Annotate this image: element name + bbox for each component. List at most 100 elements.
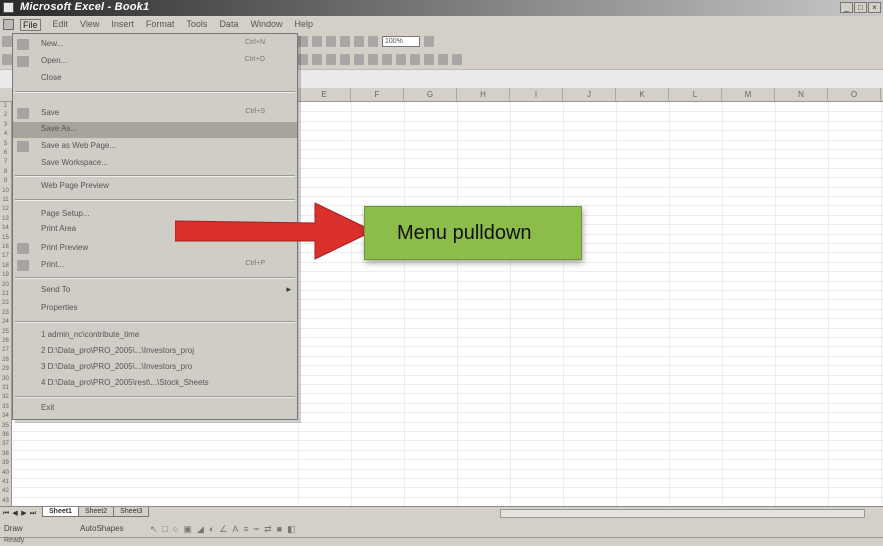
recent-file-1[interactable]: 1 admin_nc\contribute_time <box>13 328 297 344</box>
row-header[interactable]: 36 <box>0 431 11 440</box>
row-header[interactable]: 37 <box>0 440 11 449</box>
row-header[interactable]: 42 <box>0 487 11 496</box>
align-center-icon[interactable] <box>312 54 322 65</box>
font-box-icon[interactable] <box>2 54 12 65</box>
textbox-icon[interactable]: ▣ <box>183 524 192 535</box>
row-header[interactable]: 38 <box>0 450 11 459</box>
row-header[interactable]: 23 <box>0 309 11 318</box>
column-header[interactable]: K <box>616 88 669 101</box>
arrow-style-icon[interactable]: ⇄ <box>264 524 272 535</box>
recent-file-2[interactable]: 2 D:\Data_pro\PRO_2005\...\Investors_pro… <box>13 344 297 360</box>
percent-icon[interactable] <box>368 54 378 65</box>
row-header[interactable]: 32 <box>0 393 11 402</box>
menu-window[interactable]: Window <box>250 19 282 31</box>
sort-ascending-icon[interactable] <box>298 36 308 47</box>
fill-bucket-icon[interactable]: ◐ <box>209 524 214 535</box>
new-icon[interactable] <box>2 36 12 47</box>
row-header[interactable]: 24 <box>0 318 11 327</box>
minimize-button[interactable]: _ <box>840 2 853 13</box>
row-header[interactable]: 13 <box>0 215 11 224</box>
line-color-icon[interactable]: ∠ <box>219 524 227 535</box>
last-sheet-icon[interactable]: ⏭ <box>29 509 37 518</box>
column-header[interactable]: G <box>404 88 457 101</box>
row-header[interactable]: 5 <box>0 140 11 149</box>
draw-menu[interactable]: Draw <box>4 524 23 533</box>
column-header[interactable]: E <box>298 88 351 101</box>
row-header[interactable]: 12 <box>0 205 11 214</box>
row-header[interactable]: 19 <box>0 271 11 280</box>
row-header[interactable]: 10 <box>0 187 11 196</box>
autosum-icon[interactable] <box>326 36 336 47</box>
comma-icon[interactable] <box>382 54 392 65</box>
row-header[interactable]: 8 <box>0 168 11 177</box>
row-header[interactable]: 11 <box>0 196 11 205</box>
tab-sheet2[interactable]: Sheet2 <box>77 507 115 517</box>
row-header[interactable]: 1 <box>0 102 11 111</box>
menu-view[interactable]: View <box>80 19 99 31</box>
oval-icon[interactable]: ○ <box>173 524 178 535</box>
menu-item-web-preview[interactable]: Web Page Preview <box>13 179 297 195</box>
borders-icon[interactable] <box>424 54 434 65</box>
menu-item-save-workspace[interactable]: Save Workspace... <box>13 156 297 172</box>
row-header[interactable]: 6 <box>0 149 11 158</box>
row-header[interactable]: 28 <box>0 356 11 365</box>
select-arrow-icon[interactable]: ↖ <box>150 524 158 535</box>
next-sheet-icon[interactable]: ▶ <box>20 509 28 518</box>
prev-sheet-icon[interactable]: ◀ <box>11 509 19 518</box>
autoshapes-menu[interactable]: AutoShapes <box>80 524 124 533</box>
function-icon[interactable] <box>340 36 350 47</box>
rectangle-icon[interactable]: □ <box>163 524 168 535</box>
row-header[interactable]: 16 <box>0 243 11 252</box>
row-header[interactable]: 26 <box>0 337 11 346</box>
currency-icon[interactable] <box>354 54 364 65</box>
tab-sheet1[interactable]: Sheet1 <box>42 507 79 517</box>
row-header[interactable]: 27 <box>0 346 11 355</box>
column-header[interactable]: M <box>722 88 775 101</box>
column-header[interactable]: H <box>457 88 510 101</box>
menu-item-new[interactable]: New... Ctrl+N <box>13 37 297 53</box>
menu-item-exit[interactable]: Exit <box>13 401 297 417</box>
column-header[interactable]: N <box>775 88 828 101</box>
menu-item-close[interactable]: Close <box>13 71 297 87</box>
menu-item-send-to[interactable]: Send To ▸ <box>13 283 297 299</box>
fill-color-icon[interactable] <box>438 54 448 65</box>
align-right-icon[interactable] <box>326 54 336 65</box>
chart-wizard-icon[interactable] <box>354 36 364 47</box>
menu-file[interactable]: File <box>20 19 41 31</box>
menu-tools[interactable]: Tools <box>186 19 207 31</box>
dash-style-icon[interactable]: ┅ <box>254 524 259 535</box>
recent-file-3[interactable]: 3 D:\Data_pro\PRO_2005\...\Investors_pro <box>13 360 297 376</box>
row-header[interactable]: 17 <box>0 252 11 261</box>
maximize-button[interactable]: □ <box>854 2 867 13</box>
row-header[interactable]: 2 <box>0 111 11 120</box>
row-header[interactable]: 40 <box>0 469 11 478</box>
row-header[interactable]: 30 <box>0 375 11 384</box>
zoom-select[interactable]: 100% <box>382 36 420 47</box>
column-header[interactable]: L <box>669 88 722 101</box>
row-header[interactable]: 25 <box>0 328 11 337</box>
align-left-icon[interactable] <box>298 54 308 65</box>
menu-help[interactable]: Help <box>294 19 313 31</box>
menu-item-properties[interactable]: Properties <box>13 301 297 317</box>
row-header[interactable]: 4 <box>0 130 11 139</box>
menu-format[interactable]: Format <box>146 19 175 31</box>
tab-sheet3[interactable]: Sheet3 <box>113 507 150 517</box>
row-header[interactable]: 39 <box>0 459 11 468</box>
row-header[interactable]: 43 <box>0 497 11 506</box>
recent-file-4[interactable]: 4 D:\Data_pro\PRO_2005\rest\...\Stock_Sh… <box>13 376 297 392</box>
row-header[interactable]: 22 <box>0 299 11 308</box>
workbook-icon[interactable] <box>3 19 14 30</box>
excel-app-icon[interactable] <box>3 2 14 13</box>
menu-item-open[interactable]: Open... Ctrl+O <box>13 54 297 70</box>
row-header[interactable]: 34 <box>0 412 11 421</box>
row-header[interactable]: 9 <box>0 177 11 186</box>
close-button[interactable]: × <box>868 2 881 13</box>
line-style-icon[interactable]: ≡ <box>243 524 248 535</box>
row-header[interactable]: 18 <box>0 262 11 271</box>
first-sheet-icon[interactable]: ⏮ <box>2 509 10 518</box>
3d-icon[interactable]: ◧ <box>287 524 296 535</box>
font-color-icon[interactable] <box>452 54 462 65</box>
column-header[interactable]: I <box>510 88 563 101</box>
menu-insert[interactable]: Insert <box>111 19 134 31</box>
column-header[interactable]: J <box>563 88 616 101</box>
